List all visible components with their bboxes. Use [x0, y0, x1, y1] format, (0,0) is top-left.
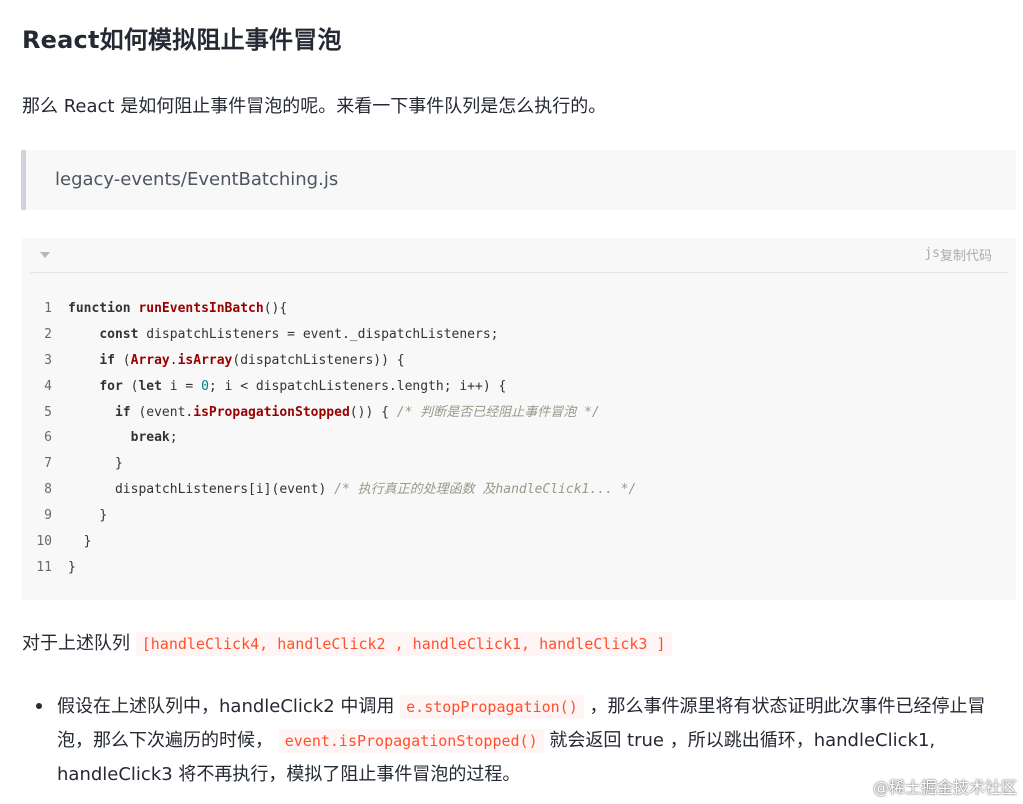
queue-inline-code: [handleClick4, handleClick2 , handleClic…	[135, 632, 672, 656]
line-number: 6	[44, 430, 52, 446]
code-token: if	[114, 404, 131, 420]
code-token: function	[68, 301, 131, 316]
queue-paragraph: 对于上述队列 [handleClick4, handleClick2 , han…	[22, 629, 672, 656]
copy-code-button[interactable]: 复制代码	[940, 245, 992, 264]
line-number: 3	[44, 352, 52, 368]
code-token: isPropagationStopped	[193, 404, 350, 420]
watermark: @稀土掘金技术社区	[872, 778, 1017, 797]
bullet-dot-icon	[36, 703, 42, 709]
code-line: 10 }	[22, 529, 636, 555]
collapse-caret-icon[interactable]	[40, 252, 50, 258]
code-line: 2 const dispatchListeners = event._dispa…	[22, 322, 636, 348]
code-token: }	[99, 508, 108, 524]
line-number: 11	[36, 559, 52, 575]
code-token: }	[114, 456, 123, 472]
code-token: 0	[201, 378, 209, 394]
file-path-text: legacy-events/EventBatching.js	[55, 169, 339, 190]
code-toolbar: js 复制代码	[30, 238, 1008, 273]
line-number: 8	[44, 482, 52, 498]
code-token: i =	[161, 378, 202, 394]
line-number: 7	[44, 456, 52, 472]
code-token: let	[138, 378, 162, 394]
code-token: runEventsInBatch	[138, 301, 264, 316]
file-path-blockquote: legacy-events/EventBatching.js	[21, 150, 1016, 210]
code-token: (event.	[130, 404, 194, 420]
code-line: 8 dispatchListeners[i](event) /* 执行真正的处理…	[22, 477, 636, 503]
line-number: 10	[36, 534, 52, 550]
code-token: dispatchListeners[i](event)	[114, 482, 335, 498]
code-token: (dispatchListeners)) {	[232, 352, 405, 368]
code-line: 6 break;	[22, 425, 636, 451]
intro-paragraph: 那么 React 是如何阻止事件冒泡的呢。来看一下事件队列是怎么执行的。	[22, 96, 607, 117]
line-number: 9	[44, 508, 52, 524]
queue-prefix: 对于上述队列	[22, 633, 136, 654]
line-number: 2	[44, 326, 52, 342]
code-line: 4 for (let i = 0; i < dispatchListeners.…	[22, 374, 636, 400]
code-line: 1 function runEventsInBatch(){	[22, 296, 636, 322]
code-token: break	[130, 430, 170, 446]
code-token: if	[99, 352, 115, 368]
code-token: ()) {	[349, 404, 397, 420]
code-token: }	[83, 534, 92, 550]
code-token: ;	[169, 430, 178, 446]
code-token: ; i < dispatchListeners.length; i++) {	[208, 378, 507, 394]
line-number: 4	[44, 378, 52, 394]
code-token: }	[68, 559, 76, 575]
code-token: (){	[263, 301, 288, 316]
code-token: .	[169, 352, 178, 368]
code-line: 9 }	[22, 503, 636, 529]
code-line: 11}	[22, 555, 636, 581]
is-propagation-stopped-code: event.isPropagationStopped()	[278, 729, 544, 753]
code-line: 7 }	[22, 451, 636, 477]
code-token: const	[99, 326, 139, 342]
stop-propagation-code: e.stopPropagation()	[400, 695, 584, 719]
code-token: (	[122, 378, 139, 394]
code-token: Array	[130, 352, 170, 368]
code-line: 3 if (Array.isArray(dispatchListeners)) …	[22, 348, 636, 374]
line-number: 1	[44, 301, 52, 316]
code-token: (	[114, 352, 131, 368]
code-comment: /* 判断是否已经阻止事件冒泡 */	[396, 404, 600, 420]
section-heading: React如何模拟阻止事件冒泡	[22, 26, 342, 54]
code-block: js 复制代码 1 function runEventsInBatch(){ 2 …	[22, 238, 1016, 600]
code-token: dispatchListeners = event._dispatchListe…	[138, 326, 499, 342]
code-language-label: js	[924, 246, 940, 261]
code-lines: 1 function runEventsInBatch(){ 2 const di…	[22, 296, 636, 581]
code-token: isArray	[177, 352, 233, 368]
line-number: 5	[44, 404, 52, 420]
code-comment: /* 执行真正的处理函数 及handleClick1... */	[334, 482, 637, 498]
code-line: 5 if (event.isPropagationStopped()) { /*…	[22, 400, 636, 426]
code-token: for	[99, 378, 123, 394]
bullet-part: 假设在上述队列中，handleClick2 中调用	[57, 696, 401, 717]
